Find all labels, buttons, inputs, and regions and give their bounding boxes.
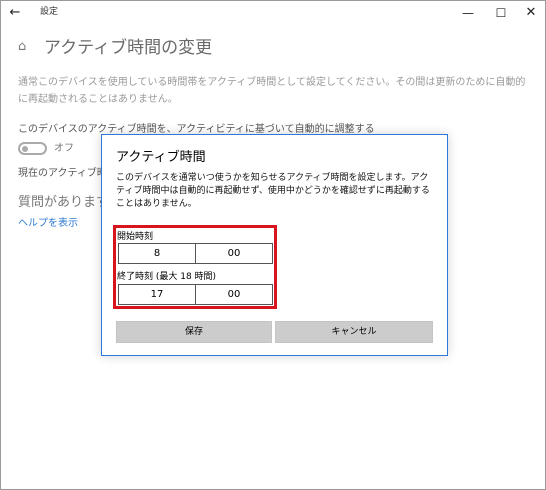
home-icon[interactable]: ⌂ xyxy=(18,40,32,54)
end-minute-field[interactable]: 00 xyxy=(195,284,273,305)
minimize-icon[interactable]: — xyxy=(453,3,483,23)
help-link[interactable]: ヘルプを表示 xyxy=(18,217,78,231)
end-time-label: 終了時刻 (最大 18 時間) xyxy=(117,272,217,282)
dialog-title: アクティブ時間 xyxy=(116,150,206,165)
page-description: 通常このデバイスを使用している時間帯をアクティブ時間として設定してください。その… xyxy=(18,77,526,105)
window-title: 設定 xyxy=(40,7,59,17)
start-minute-field[interactable]: 00 xyxy=(195,243,273,264)
toggle-state-label: オフ xyxy=(54,143,74,154)
maximize-icon[interactable]: ☐ xyxy=(486,3,516,23)
start-hour-field[interactable]: 8 xyxy=(118,243,196,264)
title-bar: ← 設定 — ☐ ✕ xyxy=(1,1,545,25)
page-title: アクティブ時間の変更 xyxy=(44,38,213,58)
auto-adjust-toggle[interactable] xyxy=(18,142,47,155)
back-arrow-icon[interactable]: ← xyxy=(5,3,25,23)
start-time-label: 開始時刻 xyxy=(117,232,154,242)
toggle-knob xyxy=(22,145,28,152)
dialog-description: このデバイスを通常いつ使うかを知らせるアクティブ時間を設定します。アクティブ時間… xyxy=(116,173,430,209)
end-hour-field[interactable]: 17 xyxy=(118,284,196,305)
save-button[interactable]: 保存 xyxy=(116,321,272,343)
settings-window: ← 設定 — ☐ ✕ ⌂ アクティブ時間の変更 通常このデバイスを使用している時… xyxy=(0,0,546,490)
close-icon[interactable]: ✕ xyxy=(516,3,546,23)
active-hours-dialog: アクティブ時間 このデバイスを通常いつ使うかを知らせるアクティブ時間を設定します… xyxy=(101,134,448,356)
cancel-button[interactable]: キャンセル xyxy=(275,321,433,343)
